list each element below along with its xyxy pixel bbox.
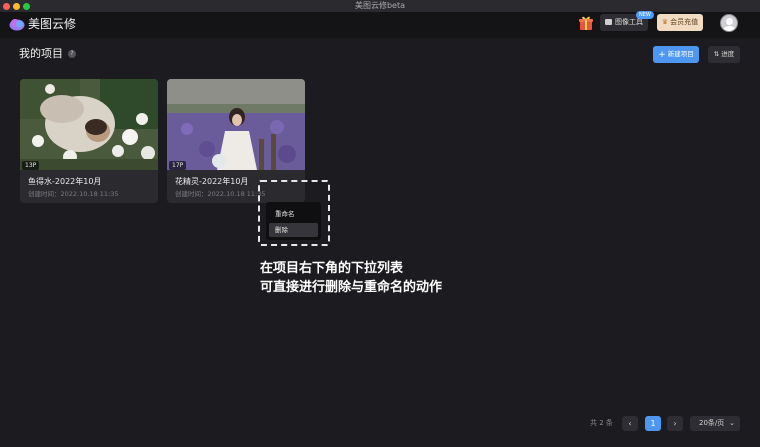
photo-count-badge: 17P [169, 161, 187, 170]
crown-icon: ♛ [661, 18, 669, 26]
new-badge: NEW [636, 11, 654, 19]
gift-icon[interactable] [578, 15, 594, 31]
app-header: 美图云修 图像工具 NEW ♛ 会员充值 [0, 11, 760, 38]
new-project-button[interactable]: + 新建项目 [653, 46, 699, 63]
project-card[interactable]: 13P 鱼得水-2022年10月 创建时间：2022.10.18 11:35 [20, 79, 158, 203]
chevron-right-icon[interactable]: › [667, 416, 683, 431]
project-thumbnail [20, 79, 158, 170]
photo-count-badge: 13P [22, 161, 40, 170]
logo-icon [9, 19, 25, 31]
vip-recharge-button[interactable]: ♛ 会员充值 [657, 14, 703, 31]
help-icon[interactable]: ? [68, 50, 76, 58]
image-tool-icon [605, 19, 612, 25]
total-count: 共 2 条 [590, 419, 613, 427]
new-project-label: 新建项目 [667, 50, 694, 58]
project-thumbnail [167, 79, 305, 170]
sort-button[interactable]: ⇅ 进度 [708, 46, 740, 63]
app-name: 美图云修 [28, 17, 77, 31]
page-size-select[interactable]: 20条/页 ⌄ [690, 416, 740, 431]
project-dropdown-menu: 重命名 删除 [266, 202, 321, 240]
chevron-down-icon: ⌄ [729, 419, 735, 427]
vip-label: 会员充值 [670, 18, 699, 26]
annotation-line-1: 在项目右下角的下拉列表 [260, 261, 404, 276]
page-size-value: 20条/页 [699, 419, 725, 427]
avatar-icon[interactable] [720, 14, 738, 32]
project-name: 鱼得水-2022年10月 [28, 177, 102, 186]
project-created-time: 创建时间：2022.10.18 11:35 [175, 190, 266, 198]
sort-icon: ⇅ [713, 50, 720, 58]
page-number-current[interactable]: 1 [645, 416, 661, 431]
page-title: 我的项目 [19, 47, 63, 60]
rename-menu-item[interactable]: 重命名 [269, 207, 318, 221]
delete-menu-item[interactable]: 删除 [269, 223, 318, 237]
annotation-line-2: 可直接进行删除与重命名的动作 [260, 280, 443, 295]
chevron-left-icon[interactable]: ‹ [622, 416, 638, 431]
plus-icon: + [658, 50, 666, 60]
tutorial-annotation: 在项目右下角的下拉列表 可直接进行删除与重命名的动作 [260, 259, 442, 297]
sort-label: 进度 [721, 50, 735, 58]
image-tool-label: 图像工具 [615, 18, 643, 26]
project-name: 花精灵-2022年10月 [175, 177, 249, 186]
project-created-time: 创建时间：2022.10.18 11:35 [28, 190, 119, 198]
